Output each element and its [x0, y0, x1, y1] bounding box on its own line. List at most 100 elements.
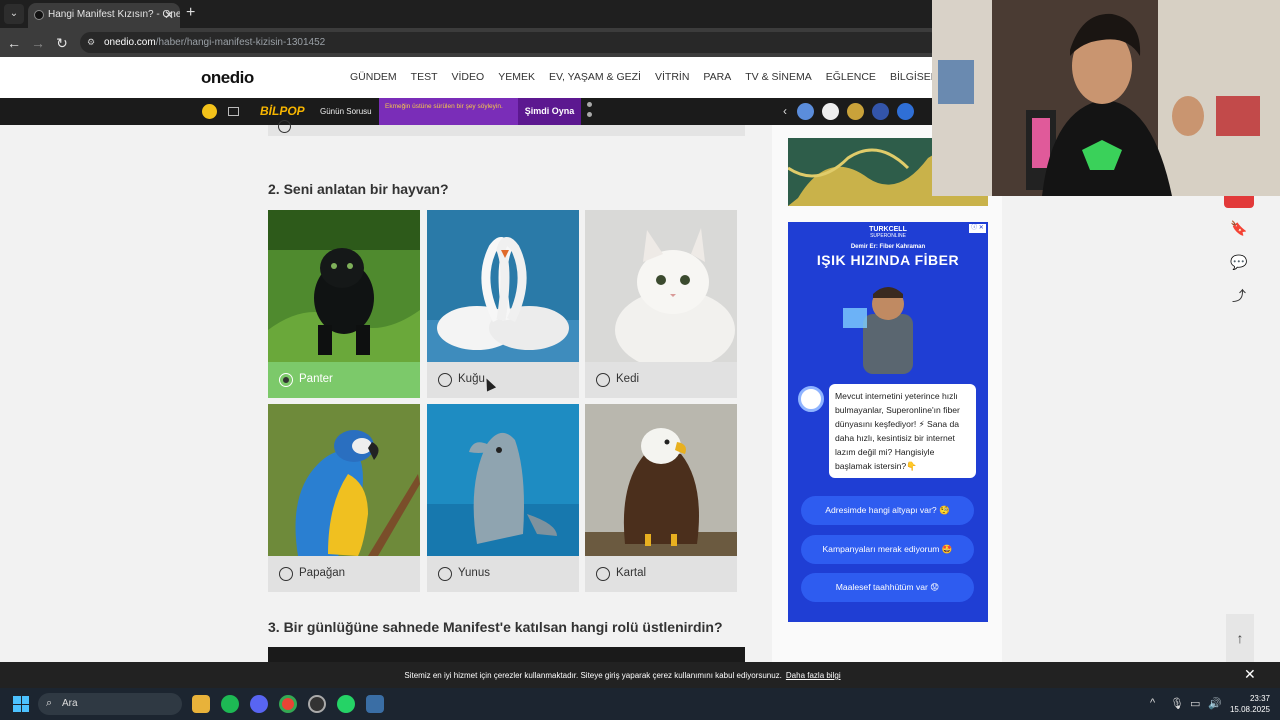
radio-icon — [278, 120, 291, 133]
ad-chat-bubble: Mevcut internetini yeterince hızlı bulma… — [829, 384, 976, 478]
radio-selected-icon — [279, 373, 293, 387]
ad-hero-image — [843, 274, 933, 374]
parrot-image — [268, 404, 420, 556]
forward-icon[interactable]: → — [29, 34, 47, 52]
question-3-title: 3. Bir günlüğüne sahnede Manifest'e katı… — [268, 619, 723, 635]
option-yunus[interactable]: Yunus — [427, 404, 579, 592]
ad-brand: TURKCELL SUPERONLINE — [788, 226, 988, 239]
tab-search-icon[interactable]: ⌄ — [4, 4, 24, 24]
option-panter[interactable]: Panter — [268, 210, 420, 398]
share-tools: 🔖 💬 ⤴ — [1224, 195, 1254, 315]
nav-item[interactable]: TEST — [411, 71, 438, 83]
eagle-image — [585, 404, 737, 556]
radio-icon — [438, 567, 452, 581]
comments-icon[interactable]: 💬 — [1224, 247, 1254, 277]
partner-logo[interactable] — [872, 103, 889, 120]
webcam-overlay — [932, 0, 1280, 196]
tray-chevron-icon[interactable]: ^ — [1150, 697, 1155, 709]
chatbot-avatar-icon — [798, 386, 824, 412]
games-icon[interactable] — [202, 104, 217, 119]
site-logo[interactable]: onedio — [201, 68, 254, 88]
windows-taskbar: ⌕ Ara ^ 🎙 ▭ 🔊 23:37 15.08.2025 — [0, 688, 1280, 720]
cookie-message-row: Sitemiz en iyi hizmet için çerezler kull… — [0, 671, 1245, 680]
option-kugu[interactable]: Kuğu — [427, 210, 579, 398]
site-favicon-icon — [34, 10, 44, 20]
app-icon[interactable] — [308, 695, 326, 713]
browser-tab[interactable]: Hangi Manifest Kızısın? - Onedio ✕ — [28, 3, 180, 28]
clock-time: 23:37 — [1249, 694, 1270, 703]
partner-logo[interactable] — [797, 103, 814, 120]
bookmark-icon[interactable]: 🔖 — [1224, 213, 1254, 243]
share-icon[interactable]: ⤴ — [1224, 281, 1254, 311]
radio-icon — [438, 373, 452, 387]
nav-item[interactable]: VİDEO — [452, 71, 485, 83]
question-2-title: 2. Seni anlatan bir hayvan? — [268, 181, 449, 197]
site-info-icon[interactable]: ⚙ — [87, 37, 98, 48]
close-tab-icon[interactable]: ✕ — [164, 8, 174, 22]
carousel-dots[interactable] — [587, 102, 593, 122]
back-icon[interactable]: ← — [5, 34, 23, 52]
whatsapp-icon[interactable] — [337, 695, 355, 713]
spotify-icon[interactable] — [221, 695, 239, 713]
option-kartal[interactable]: Kartal — [585, 404, 737, 592]
bilpop-logo[interactable]: BİLPOP — [260, 104, 305, 118]
partner-logo[interactable] — [897, 103, 914, 120]
cookie-close-icon[interactable]: ✕ — [1244, 666, 1256, 683]
ad-option-button[interactable]: Maalesef taahhütüm var 😟 — [801, 573, 974, 602]
address-bar[interactable]: ⚙ onedio.com/haber/hangi-manifest-kizisi… — [80, 32, 940, 53]
panther-image — [268, 210, 420, 362]
tab-title: Hangi Manifest Kızısın? - Onedio — [48, 9, 180, 20]
daily-question-text[interactable]: Ekmeğin üstüne sürülen bir şey söyleyin. — [379, 98, 518, 125]
file-explorer-icon[interactable] — [192, 695, 210, 713]
ad-brand-sub: SUPERONLINE — [870, 233, 906, 239]
cat-image — [585, 210, 737, 362]
turkcell-ad[interactable]: ⓘ ✕ TURKCELL SUPERONLINE Demir Er: Fiber … — [788, 222, 988, 622]
option-label: Kartal — [616, 567, 647, 579]
previous-question-option[interactable] — [268, 120, 745, 136]
partner-logos — [797, 103, 914, 120]
option-label-panel: Kedi — [585, 362, 737, 398]
taskbar-search[interactable]: ⌕ Ara — [38, 693, 182, 715]
nav-item[interactable]: EV, YAŞAM & GEZİ — [549, 71, 641, 83]
microphone-icon[interactable]: 🎙 — [1170, 697, 1184, 710]
option-label-panel: Yunus — [427, 556, 579, 592]
ad-headline: IŞIK HIZINDA FİBER — [816, 252, 960, 268]
nav-item[interactable]: TV & SİNEMA — [745, 71, 812, 83]
nav-item[interactable]: EĞLENCE — [826, 71, 876, 83]
radio-icon — [596, 373, 610, 387]
option-kedi[interactable]: Kedi — [585, 210, 737, 398]
scroll-to-top-button[interactable]: ↑ — [1226, 614, 1254, 662]
url-domain: onedio.com — [104, 37, 156, 48]
ad-subtitle: Demir Er: Fiber Kahraman — [850, 244, 926, 250]
nav-item[interactable]: PARA — [703, 71, 731, 83]
discord-icon[interactable] — [250, 695, 268, 713]
app-icon[interactable] — [366, 695, 384, 713]
chrome-icon[interactable] — [279, 695, 297, 713]
nav-item[interactable]: BİLGİSEL — [890, 71, 937, 83]
network-icon[interactable]: ▭ — [1190, 697, 1200, 710]
ad-brand-name: TURKCELL — [869, 226, 907, 233]
cookie-more-link[interactable]: Daha fazla bilgi — [786, 671, 841, 680]
volume-icon[interactable]: 🔊 — [1208, 697, 1222, 710]
nav-item[interactable]: VİTRİN — [655, 71, 689, 83]
ad-option-button[interactable]: Adresimde hangi altyapı var? 🧐 — [801, 496, 974, 525]
partner-logo[interactable] — [822, 103, 839, 120]
system-clock[interactable]: 23:37 15.08.2025 — [1228, 693, 1270, 715]
cookie-message: Sitemiz en iyi hizmet için çerezler kull… — [404, 671, 782, 680]
partner-logo[interactable] — [847, 103, 864, 120]
windows-start-icon[interactable] — [13, 696, 29, 712]
question-3-image — [268, 647, 745, 662]
page-content: 2. Seni anlatan bir hayvan? Panter Kuğu … — [0, 120, 1280, 662]
chevron-left-icon[interactable]: ‹ — [783, 104, 787, 118]
nav-item[interactable]: GÜNDEM — [350, 71, 397, 83]
play-now-button[interactable]: Şimdi Oyna — [518, 98, 581, 125]
taskbar-search-placeholder: Ara — [62, 698, 78, 709]
nav-item[interactable]: YEMEK — [498, 71, 535, 83]
radio-icon — [596, 567, 610, 581]
reload-icon[interactable]: ↻ — [53, 34, 71, 52]
url-path: /haber/hangi-manifest-kizisin-1301452 — [155, 37, 326, 48]
ad-option-button[interactable]: Kampanyaları merak ediyorum 🤩 — [801, 535, 974, 564]
option-papagan[interactable]: Papağan — [268, 404, 420, 592]
gallery-icon[interactable] — [228, 107, 239, 116]
new-tab-icon[interactable]: + — [186, 4, 195, 22]
